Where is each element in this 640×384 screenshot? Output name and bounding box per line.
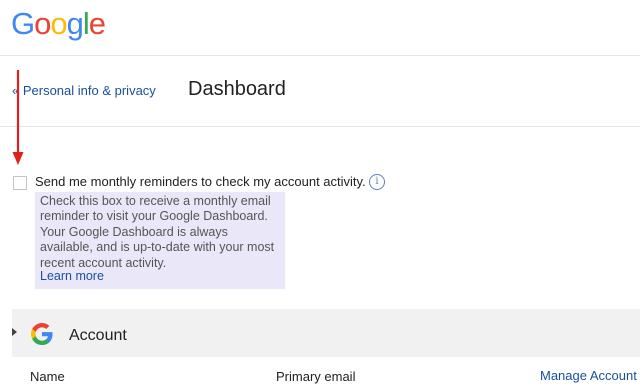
- account-section-title: Account: [69, 327, 127, 344]
- monthly-reminder-label: Send me monthly reminders to check my ac…: [35, 174, 366, 189]
- manage-account-link[interactable]: Manage Account: [540, 368, 637, 383]
- help-text: Check this box to receive a monthly emai…: [40, 194, 275, 270]
- column-header-primary-email: Primary email: [276, 369, 356, 384]
- monthly-reminder-checkbox[interactable]: [13, 176, 27, 190]
- header-divider: [0, 55, 640, 56]
- logo-letter: g: [66, 6, 84, 41]
- column-header-name: Name: [30, 369, 65, 384]
- page-title: Dashboard: [188, 78, 286, 100]
- logo-letter: e: [88, 6, 106, 41]
- help-box: Check this box to receive a monthly emai…: [35, 192, 285, 289]
- info-icon[interactable]: i: [369, 174, 385, 190]
- google-logo: Google: [11, 6, 106, 42]
- logo-letter: o: [34, 6, 51, 41]
- logo-letter: o: [50, 6, 67, 41]
- logo-letter: G: [11, 6, 35, 41]
- expand-triangle-icon[interactable]: [12, 328, 17, 336]
- google-g-icon: [31, 323, 53, 345]
- back-link-personal-info[interactable]: « Personal info & privacy: [12, 83, 156, 98]
- annotation-arrow-icon: [12, 70, 24, 165]
- nav-divider: [0, 126, 640, 127]
- learn-more-link[interactable]: Learn more: [40, 269, 104, 283]
